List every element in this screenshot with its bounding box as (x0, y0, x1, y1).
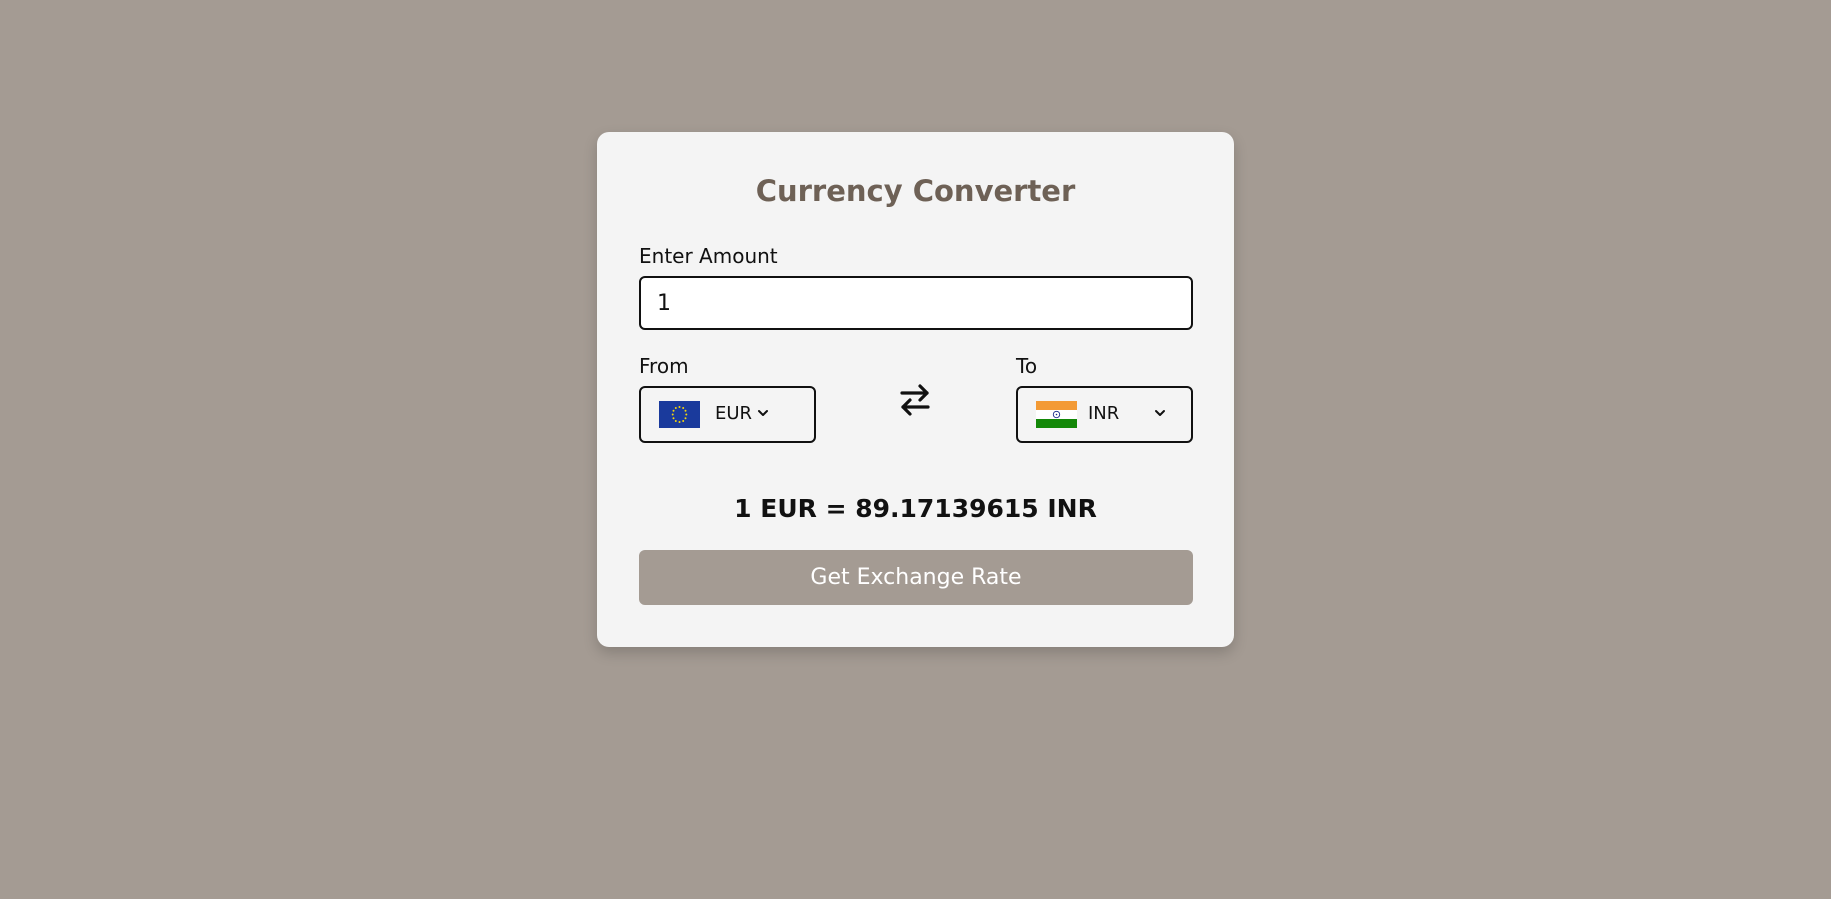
amount-input[interactable] (639, 276, 1193, 330)
converter-card: Currency Converter Enter Amount From EUR (597, 132, 1234, 647)
eu-flag-icon (659, 401, 700, 428)
page-title: Currency Converter (755, 174, 1076, 208)
to-currency-code: INR (1088, 403, 1120, 424)
chevron-down-icon (1155, 410, 1165, 416)
from-label: From (639, 354, 689, 378)
to-currency-select[interactable]: INR (1016, 386, 1193, 443)
get-exchange-rate-button[interactable]: Get Exchange Rate (639, 550, 1193, 605)
exchange-rate-result: 1 EUR = 89.17139615 INR (734, 494, 1097, 523)
from-currency-code: EUR (715, 403, 753, 424)
swap-arrows-icon[interactable] (898, 380, 932, 420)
india-flag-icon (1036, 401, 1077, 428)
chevron-down-icon (758, 410, 768, 416)
from-currency-select[interactable]: EUR (639, 386, 816, 443)
to-label: To (1016, 354, 1038, 378)
amount-label: Enter Amount (639, 244, 778, 268)
